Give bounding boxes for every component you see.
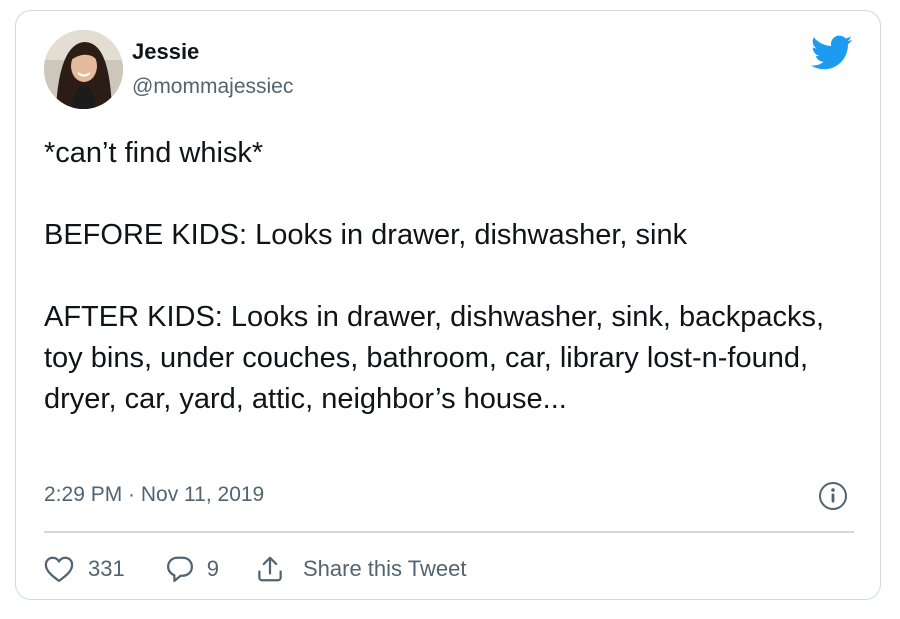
share-button[interactable]: Share this Tweet: [255, 554, 466, 584]
share-label: Share this Tweet: [302, 556, 467, 581]
divider: [44, 531, 854, 533]
tweet-timestamp[interactable]: 2:29 PM · Nov 11, 2019: [44, 481, 264, 509]
reply-bubble-icon: [166, 556, 193, 582]
author-name[interactable]: Jessie: [132, 39, 199, 65]
tweet-text: *can’t find whisk* BEFORE KIDS: Looks in…: [44, 133, 864, 420]
share-icon: [258, 556, 282, 582]
heart-icon: [44, 556, 74, 582]
avatar[interactable]: [44, 30, 123, 109]
reply-button[interactable]: 9: [165, 554, 219, 584]
like-button[interactable]: 331: [44, 555, 125, 583]
action-bar: 331 9 Share this Tweet: [44, 551, 466, 587]
reply-count: 9: [206, 556, 219, 581]
twitter-bird-icon[interactable]: [811, 35, 853, 71]
info-icon[interactable]: [818, 481, 848, 511]
tweet-line-1: *can’t find whisk*: [44, 137, 264, 169]
tweet-line-3: AFTER KIDS: Looks in drawer, dishwasher,…: [44, 301, 825, 415]
like-count: 331: [88, 556, 125, 581]
author-handle[interactable]: @mommajessiec: [132, 74, 293, 100]
tweet-line-2: BEFORE KIDS: Looks in drawer, dishwasher…: [44, 219, 688, 251]
tweet-card[interactable]: Jessie @mommajessiec *can’t find whisk* …: [15, 10, 881, 600]
